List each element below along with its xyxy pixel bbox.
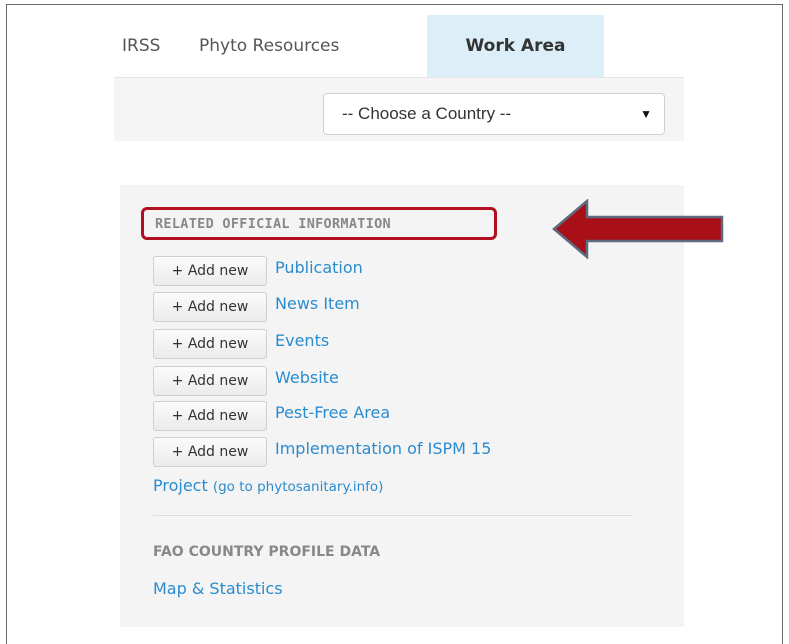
country-select-value: -- Choose a Country -- [342,104,512,123]
tab-work-area[interactable]: Work Area [427,15,604,77]
map-statistics-link[interactable]: Map & Statistics [153,577,283,601]
add-new-pest-free-area-button[interactable]: + Add new [153,401,267,431]
related-heading-highlight: RELATED OFFICIAL INFORMATION [141,207,497,240]
add-new-ispm15-button[interactable]: + Add new [153,437,267,467]
related-heading: RELATED OFFICIAL INFORMATION [155,216,391,232]
tab-irss[interactable]: IRSS [122,15,160,77]
top-navigation: IRSS Phyto Resources Work Area [114,15,684,78]
add-new-events-button[interactable]: + Add new [153,329,267,359]
project-label: Project [153,476,208,495]
country-select[interactable]: -- Choose a Country -- ▼ [323,93,665,135]
pointer-arrow-icon [552,199,724,259]
pest-free-area-link[interactable]: Pest-Free Area [275,401,390,425]
add-new-website-button[interactable]: + Add new [153,366,267,396]
project-link[interactable]: Project (go to phytosanitary.info) [153,474,383,498]
events-link[interactable]: Events [275,329,329,353]
tab-phyto-resources[interactable]: Phyto Resources [199,15,339,77]
news-item-link[interactable]: News Item [275,292,360,316]
website-link[interactable]: Website [275,366,339,390]
dropdown-arrow-icon: ▼ [640,107,652,121]
section-divider [153,515,632,516]
country-toolbar: -- Choose a Country -- ▼ [114,78,684,141]
add-new-news-item-button[interactable]: + Add new [153,292,267,322]
fao-heading: FAO COUNTRY PROFILE DATA [153,544,381,560]
project-sublabel: (go to phytosanitary.info) [212,479,384,495]
add-new-publication-button[interactable]: + Add new [153,256,267,286]
publication-link[interactable]: Publication [275,256,363,280]
implementation-ispm15-link[interactable]: Implementation of ISPM 15 [275,437,491,461]
